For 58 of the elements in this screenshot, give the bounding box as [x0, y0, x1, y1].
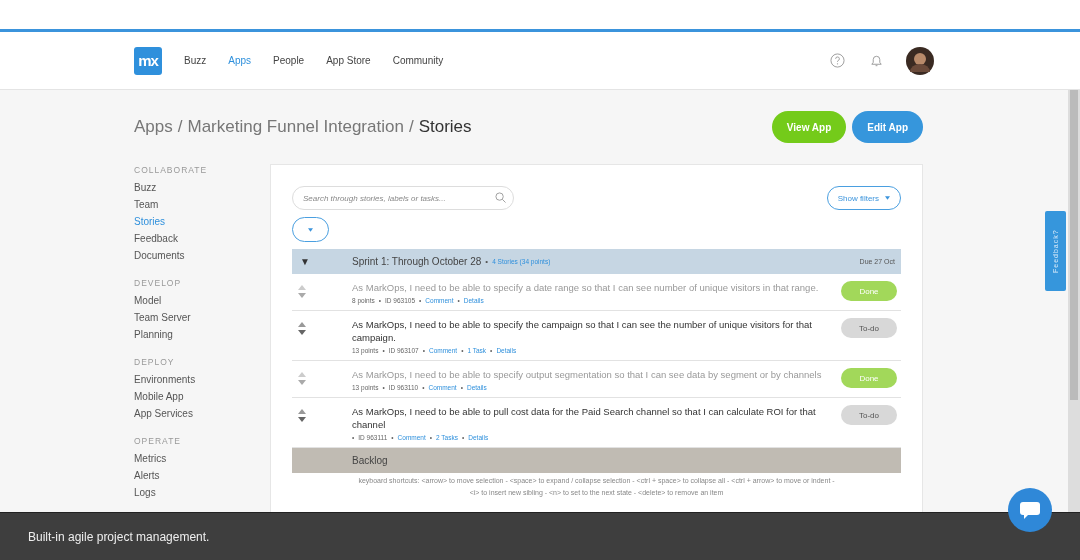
dropdown-button[interactable]: [292, 217, 329, 242]
sidebar-heading: OPERATE: [134, 436, 182, 446]
breadcrumb-separator: /: [177, 117, 183, 137]
sidebar-heading: COLLABORATE: [134, 165, 209, 175]
search-icon: [495, 192, 506, 203]
scrollbar-thumb[interactable]: [1070, 90, 1078, 400]
nav-link[interactable]: Buzz: [184, 55, 207, 66]
show-filters-button[interactable]: Show filters: [826, 186, 901, 210]
avatar[interactable]: [906, 46, 934, 75]
down-arrow-icon[interactable]: [298, 330, 306, 335]
up-arrow-icon[interactable]: [298, 322, 306, 327]
up-arrow-icon[interactable]: [298, 409, 306, 414]
backlog-header: Backlog: [292, 448, 901, 473]
sidebar-item[interactable]: Planning: [134, 329, 270, 346]
story-text: As MarkOps, I need to be able to pull cost data for the Paid Search channel so that I can calculate ROI for that channel: [352, 405, 817, 431]
separator-dot: •: [485, 257, 489, 266]
breadcrumb-link[interactable]: Apps: [134, 117, 173, 137]
sidebar-item[interactable]: Documents: [134, 250, 270, 267]
breadcrumb-link[interactable]: Marketing Funnel Integration: [187, 117, 404, 137]
edit-app-button[interactable]: Edit App: [852, 111, 923, 143]
caret-icon: [885, 196, 890, 200]
up-arrow-icon[interactable]: [298, 285, 306, 290]
sidebar-item[interactable]: Metrics: [134, 453, 270, 470]
collapse-toggle[interactable]: ▼: [300, 256, 352, 267]
caption-text: Built-in agile project management.: [28, 529, 210, 544]
sidebar-item[interactable]: Environments: [134, 374, 270, 391]
sidebar-item[interactable]: Feedback: [134, 233, 270, 250]
nav-link[interactable]: People: [273, 55, 305, 66]
chat-icon: [1019, 501, 1041, 519]
up-arrow-icon[interactable]: [298, 372, 306, 377]
sprint-title: Sprint 1: Through October 28: [352, 256, 482, 267]
bell-icon[interactable]: [869, 53, 884, 68]
sidebar-item[interactable]: Buzz: [134, 182, 270, 199]
sidebar-heading: DEPLOY: [134, 357, 176, 367]
sidebar-item[interactable]: Alerts: [134, 470, 270, 487]
status-button[interactable]: To-do: [841, 318, 897, 338]
sidebar-item[interactable]: Team Server: [134, 312, 270, 329]
sidebar-item[interactable]: Stories: [134, 216, 270, 233]
sidebar-item[interactable]: Mobile App: [134, 391, 270, 408]
search-field[interactable]: Search through stories, labels or tasks...: [292, 186, 514, 210]
sidebar-item[interactable]: App Services: [134, 408, 270, 425]
breadcrumb-separator: /: [408, 117, 414, 137]
nav-link[interactable]: App Store: [326, 55, 371, 66]
status-button[interactable]: To-do: [841, 405, 897, 425]
sidebar-item[interactable]: Team: [134, 199, 270, 216]
story-text: As MarkOps, I need to be able to specify the campaign so that I can see the number of unique visitors for that campaign.: [352, 318, 813, 344]
nav-link[interactable]: Apps: [228, 55, 252, 66]
down-arrow-icon[interactable]: [298, 417, 306, 422]
caret-icon: [308, 227, 313, 232]
page-title: Stories: [418, 117, 472, 137]
sidebar-item[interactable]: Logs: [134, 487, 270, 504]
help-icon[interactable]: [830, 53, 845, 68]
sidebar-heading: DEVELOP: [134, 278, 183, 288]
chat-button[interactable]: [1008, 488, 1052, 532]
nav-link[interactable]: Community: [392, 55, 444, 66]
logo[interactable]: mx: [134, 46, 162, 75]
story-text: As MarkOps, I need to be able to specify output segmentation so that I can see data by segment or by channels: [352, 368, 823, 381]
sidebar-item[interactable]: Model: [134, 295, 270, 312]
